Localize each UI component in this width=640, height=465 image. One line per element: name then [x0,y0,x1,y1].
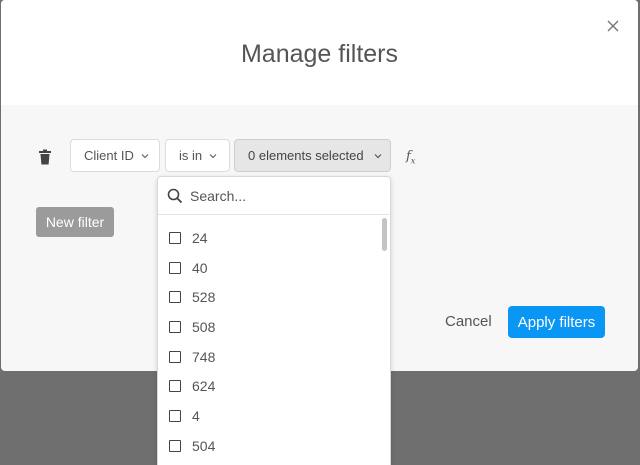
option-item[interactable]: 504 [158,431,390,461]
function-icon[interactable]: fx [406,149,415,166]
option-label: 508 [192,318,216,335]
option-item[interactable]: 24 [158,223,390,253]
dropdown-search [158,177,390,215]
option-label: 24 [192,229,208,246]
checkbox[interactable] [169,380,181,393]
checkbox[interactable] [169,439,181,452]
option-item[interactable]: 40 [158,253,390,283]
option-label: 504 [192,437,216,454]
filter-field-dropdown[interactable]: Client ID [70,139,160,172]
apply-filters-button[interactable]: Apply filters [508,306,605,338]
fx-sub: x [410,156,416,166]
cancel-button[interactable]: Cancel [445,313,492,330]
new-filter-button[interactable]: New filter [36,207,114,237]
option-label: 748 [192,348,216,365]
chevron-down-icon [141,153,149,158]
option-label: 624 [192,378,216,395]
option-item[interactable]: 4 [158,401,390,431]
filter-value-dropdown[interactable]: 0 elements selected [234,139,391,172]
filter-operator-dropdown[interactable]: is in [165,139,230,172]
dialog-title: Manage filters [240,40,399,68]
search-input[interactable] [190,185,380,207]
chevron-down-icon [374,153,382,158]
checkbox[interactable] [169,291,181,304]
search-icon [167,188,183,204]
trash-icon[interactable] [38,149,52,165]
filter-value-label: 0 elements selected [248,148,364,163]
filter-operator-label: is in [179,148,203,163]
option-item[interactable]: 748 [158,342,390,372]
option-item[interactable]: 624 [158,371,390,401]
options-list: 24 40 528 508 748 624 4 504 [158,223,390,461]
option-item[interactable]: 508 [158,312,390,342]
checkbox[interactable] [169,409,181,422]
checkbox[interactable] [169,320,181,333]
dialog-header: Manage filters [1,0,638,105]
option-label: 40 [192,259,208,276]
option-label: 4 [192,407,200,424]
close-icon[interactable] [605,18,621,34]
option-label: 528 [192,289,216,306]
option-item[interactable]: 528 [158,282,390,312]
filter-field-label: Client ID [84,148,134,163]
checkbox[interactable] [169,261,181,274]
checkbox[interactable] [169,350,181,363]
chevron-down-icon [209,153,217,158]
value-dropdown-menu: 24 40 528 508 748 624 4 504 [157,176,391,465]
checkbox[interactable] [169,231,181,244]
